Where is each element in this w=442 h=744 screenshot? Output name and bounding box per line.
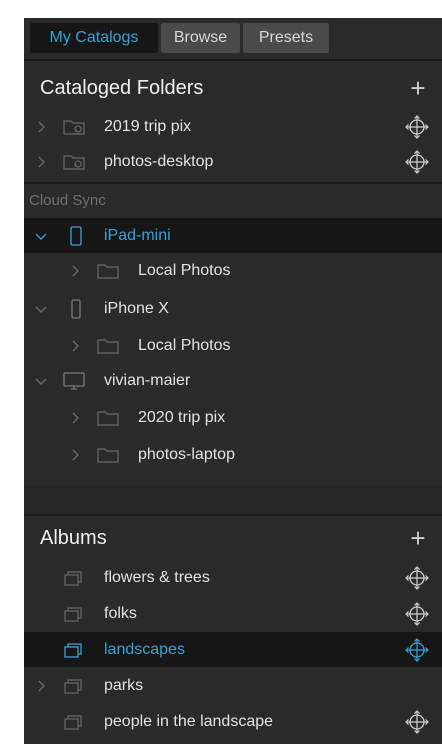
phone-icon	[64, 298, 88, 319]
divider	[24, 182, 442, 184]
panel-tabs: My Catalogs Browse Presets	[30, 23, 329, 53]
album-row[interactable]: people in the landscape	[24, 704, 442, 739]
sync-icon[interactable]	[404, 637, 430, 663]
device-label: iPhone X	[104, 299, 169, 317]
folder-label: 2020 trip pix	[138, 408, 226, 426]
album-icon	[62, 712, 86, 732]
chevron-right-icon[interactable]	[34, 155, 48, 169]
chevron-right-icon[interactable]	[68, 339, 82, 353]
folder-icon	[96, 261, 120, 281]
device-folder-row[interactable]: photos-laptop	[24, 437, 442, 472]
folder-icon	[96, 408, 120, 428]
folder-label: photos-desktop	[104, 152, 214, 170]
device-row-ipad-mini[interactable]: iPad-mini	[24, 218, 442, 253]
device-row-vivian-maier[interactable]: vivian-maier	[24, 363, 442, 398]
catalog-panel: My Catalogs Browse Presets Cataloged Fol…	[24, 18, 442, 744]
album-icon	[62, 640, 86, 660]
panel-gap	[24, 486, 442, 514]
album-icon	[62, 604, 86, 624]
album-icon	[62, 676, 86, 696]
chevron-right-icon[interactable]	[68, 411, 82, 425]
sync-icon[interactable]	[404, 114, 430, 140]
catalog-folder-row[interactable]: 2019 trip pix	[24, 109, 442, 144]
catalog-folder-row[interactable]: photos-desktop	[24, 144, 442, 179]
chevron-down-icon[interactable]	[34, 374, 48, 388]
device-label: iPad-mini	[104, 226, 171, 244]
catalog-folder-icon	[62, 117, 86, 137]
sync-icon[interactable]	[404, 709, 430, 735]
cataloged-folders-header: Cataloged Folders +	[24, 70, 442, 106]
album-label: flowers & trees	[104, 568, 210, 586]
album-label: parks	[104, 676, 144, 694]
folder-label: 2019 trip pix	[104, 117, 192, 135]
tablet-icon	[64, 225, 88, 246]
section-title: Cataloged Folders	[40, 76, 204, 99]
albums-header: Albums +	[24, 520, 442, 556]
folder-label: photos-laptop	[138, 445, 235, 463]
tab-browse[interactable]: Browse	[161, 23, 240, 53]
album-row-selected[interactable]: landscapes	[24, 632, 442, 667]
device-label: vivian-maier	[104, 371, 191, 389]
tab-my-catalogs[interactable]: My Catalogs	[30, 23, 158, 53]
chevron-right-icon[interactable]	[68, 264, 82, 278]
add-catalog-folder-button[interactable]: +	[406, 75, 430, 101]
folder-icon	[96, 336, 120, 356]
chevron-down-icon[interactable]	[34, 302, 48, 316]
chevron-right-icon[interactable]	[34, 679, 48, 693]
album-row[interactable]: parks	[24, 668, 442, 703]
device-folder-row[interactable]: Local Photos	[24, 328, 442, 363]
device-folder-row[interactable]: 2020 trip pix	[24, 400, 442, 435]
album-row[interactable]: folks	[24, 596, 442, 631]
chevron-right-icon[interactable]	[34, 120, 48, 134]
folder-icon	[96, 445, 120, 465]
device-folder-row[interactable]: Local Photos	[24, 253, 442, 288]
sync-icon[interactable]	[404, 565, 430, 591]
cloud-sync-label: Cloud Sync	[29, 192, 106, 209]
section-title: Albums	[40, 526, 107, 549]
chevron-down-icon[interactable]	[34, 229, 48, 243]
divider	[24, 59, 442, 61]
catalog-folder-icon	[62, 152, 86, 172]
divider	[24, 514, 442, 516]
tab-presets[interactable]: Presets	[243, 23, 329, 53]
device-row-iphone-x[interactable]: iPhone X	[24, 291, 442, 326]
album-label: folks	[104, 604, 137, 622]
folder-label: Local Photos	[138, 261, 231, 279]
monitor-icon	[62, 371, 86, 391]
album-row[interactable]: flowers & trees	[24, 560, 442, 595]
album-icon	[62, 568, 86, 588]
sync-icon[interactable]	[404, 601, 430, 627]
sync-icon[interactable]	[404, 149, 430, 175]
chevron-right-icon[interactable]	[68, 448, 82, 462]
album-label: landscapes	[104, 640, 185, 658]
folder-label: Local Photos	[138, 336, 231, 354]
add-album-button[interactable]: +	[406, 525, 430, 551]
album-label: people in the landscape	[104, 712, 274, 730]
